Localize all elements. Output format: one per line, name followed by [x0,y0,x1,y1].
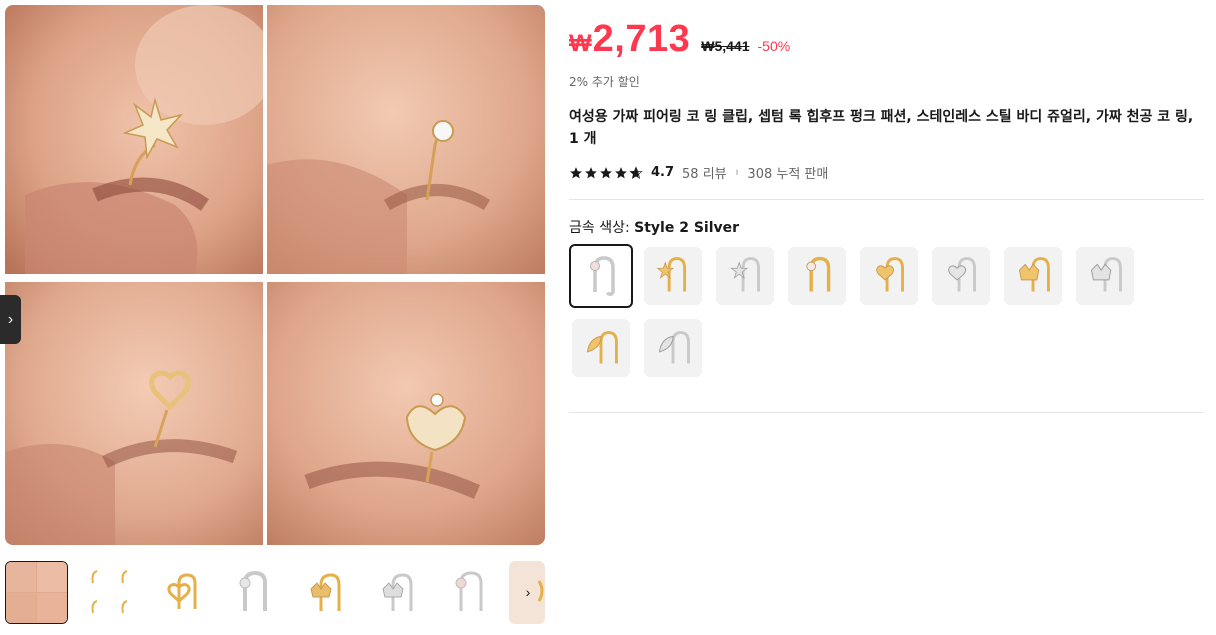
star-partial-icon [629,165,643,179]
variant-option-gold-crown[interactable] [1004,247,1062,305]
gold-crown-thumbnail[interactable] [293,561,356,624]
extra-discount-text: 2% 추가 할인 [569,75,640,89]
gold-star-ring-icon [656,257,687,292]
rating-value: 4.7 [651,165,675,180]
metal-color-label: 금속 색상: Style 2 Silver [569,217,739,237]
star-full-icon [570,166,582,178]
star-full-icon [585,166,597,178]
silver-gem-thumbnail[interactable] [437,561,500,624]
variant-option-silver-heart[interactable] [932,247,990,305]
variant-label: 금속 색상: [569,220,635,236]
variant-option-gold-gem[interactable] [788,247,846,305]
rating-row: 4.7 58 리뷰 ı 308 누적 판매 [569,163,828,182]
next-thumbnails-button[interactable]: › [515,577,541,607]
price-block: ₩ 2,713 ₩5,441 -50% [569,18,790,61]
star-full-icon [600,166,612,178]
silver-ring-thumbnail[interactable] [221,561,284,624]
variant-option-gold-leaf[interactable] [572,319,630,377]
collage-thumbnail[interactable] [5,561,68,624]
silver-crown-ring-icon [1090,257,1122,292]
variant-option-silver-crown[interactable] [1076,247,1134,305]
main-product-image[interactable] [5,5,545,545]
chevron-right-icon: › [525,584,531,600]
chevron-left-icon: › [7,310,14,328]
thumbnail-strip [5,561,545,625]
silver-star-ring-icon [730,257,760,292]
variant-option-gold-heart[interactable] [860,247,918,305]
divider [569,199,1204,200]
gold-leaf-ring-icon [586,331,618,364]
gold-gem-ring-icon [806,256,831,292]
nose-heart-ring-photo [5,282,263,545]
silver-crown-thumbnail[interactable] [365,561,428,624]
selected-variant-name: Style 2 Silver [634,220,740,236]
gold-heart-thumbnail[interactable] [149,561,212,624]
nose-crown-ring-photo [267,282,545,545]
sale-price: 2,713 [592,18,691,60]
original-price: ₩5,441 [701,38,750,54]
previous-image-button[interactable]: › [0,295,21,344]
gold-heart-ring-icon [876,257,904,292]
silver-leaf-ring-icon [658,331,690,364]
silver-gem-ring-icon [590,256,615,297]
four-rings-thumbnail[interactable] [77,561,140,624]
review-count-link[interactable]: 58 리뷰 [682,163,727,182]
gold-crown-ring-icon [1018,257,1050,292]
star-rating [569,165,643,180]
discount-badge: -50% [757,38,791,54]
nose-gem-ring-photo [267,5,545,274]
star-full-icon [615,166,627,178]
variant-option-silver-leaf[interactable] [644,319,702,377]
separator: ı [735,167,739,178]
product-title: 여성용 가짜 피어링 코 링 클립, 셉텀 록 힙후프 펑크 패션, 스테인레스… [569,109,1194,147]
silver-heart-ring-icon [948,257,976,292]
sold-count: 308 누적 판매 [747,167,829,182]
currency-symbol: ₩ [569,30,592,57]
divider [569,412,1204,413]
variant-option-style-2-silver[interactable] [569,244,633,308]
variant-option-silver-star[interactable] [716,247,774,305]
nose-star-ring-photo [5,5,263,274]
variant-option-gold-star[interactable] [644,247,702,305]
